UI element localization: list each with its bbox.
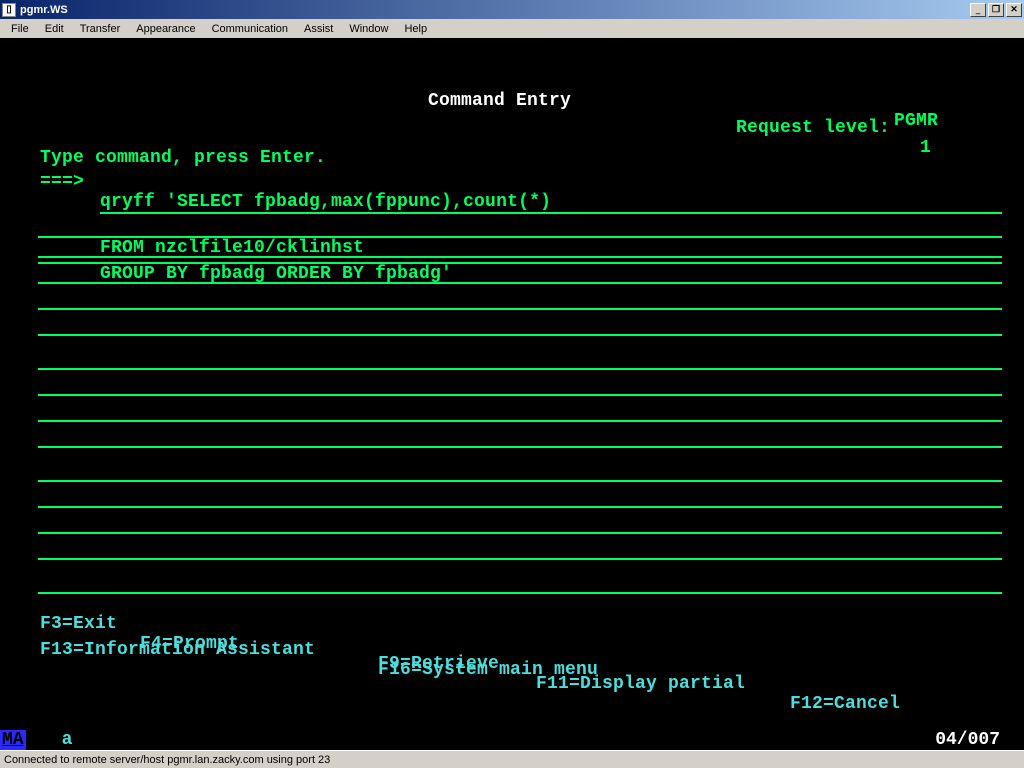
menu-appearance[interactable]: Appearance bbox=[129, 21, 202, 37]
close-button[interactable]: ✕ bbox=[1006, 3, 1022, 17]
command-input-line[interactable] bbox=[38, 514, 1002, 534]
menu-bar: File Edit Transfer Appearance Communicat… bbox=[0, 19, 1024, 38]
command-input-line[interactable] bbox=[38, 316, 1002, 336]
minimize-button[interactable]: _ bbox=[970, 3, 986, 17]
command-input-line[interactable] bbox=[38, 462, 1002, 482]
menu-file[interactable]: File bbox=[4, 21, 36, 37]
oia-cursor-position: 04/007 bbox=[935, 730, 1000, 750]
command-input-line[interactable] bbox=[38, 402, 1002, 422]
fkey-f16[interactable]: F16=System main menu bbox=[378, 660, 598, 680]
menu-edit[interactable]: Edit bbox=[38, 21, 71, 37]
window-titlebar: ▯ pgmr.WS _ ❐ ✕ bbox=[0, 0, 1024, 19]
command-input-line[interactable] bbox=[38, 428, 1002, 448]
window-title: pgmr.WS bbox=[20, 4, 68, 16]
app-icon: ▯ bbox=[2, 3, 16, 17]
command-input-line[interactable] bbox=[38, 540, 1002, 560]
fkey-f13[interactable]: F13=Information Assistant bbox=[40, 640, 315, 660]
command-input-line[interactable] bbox=[38, 290, 1002, 310]
window-controls: _ ❐ ✕ bbox=[970, 3, 1024, 17]
command-input-line[interactable] bbox=[38, 488, 1002, 508]
command-input-line[interactable] bbox=[38, 238, 1002, 258]
menu-help[interactable]: Help bbox=[397, 21, 434, 37]
status-bar: Connected to remote server/host pgmr.lan… bbox=[0, 750, 1024, 768]
oia-status: MA bbox=[0, 730, 26, 750]
menu-assist[interactable]: Assist bbox=[297, 21, 340, 37]
menu-transfer[interactable]: Transfer bbox=[73, 21, 128, 37]
oia-indicator: a bbox=[62, 730, 73, 750]
command-input-line[interactable] bbox=[38, 350, 1002, 370]
status-text: Connected to remote server/host pgmr.lan… bbox=[4, 754, 330, 766]
menu-window[interactable]: Window bbox=[342, 21, 395, 37]
menu-communication[interactable]: Communication bbox=[205, 21, 295, 37]
maximize-button[interactable]: ❐ bbox=[988, 3, 1004, 17]
fkey-f12[interactable]: F12=Cancel bbox=[790, 694, 900, 714]
oia-bar: MA a 04/007 bbox=[0, 730, 1024, 750]
terminal-screen[interactable]: Command Entry PGMR Request level: 1 Type… bbox=[0, 38, 1024, 730]
command-input-line[interactable] bbox=[38, 264, 1002, 284]
separator-line bbox=[38, 574, 1002, 594]
command-input-line[interactable] bbox=[38, 376, 1002, 396]
